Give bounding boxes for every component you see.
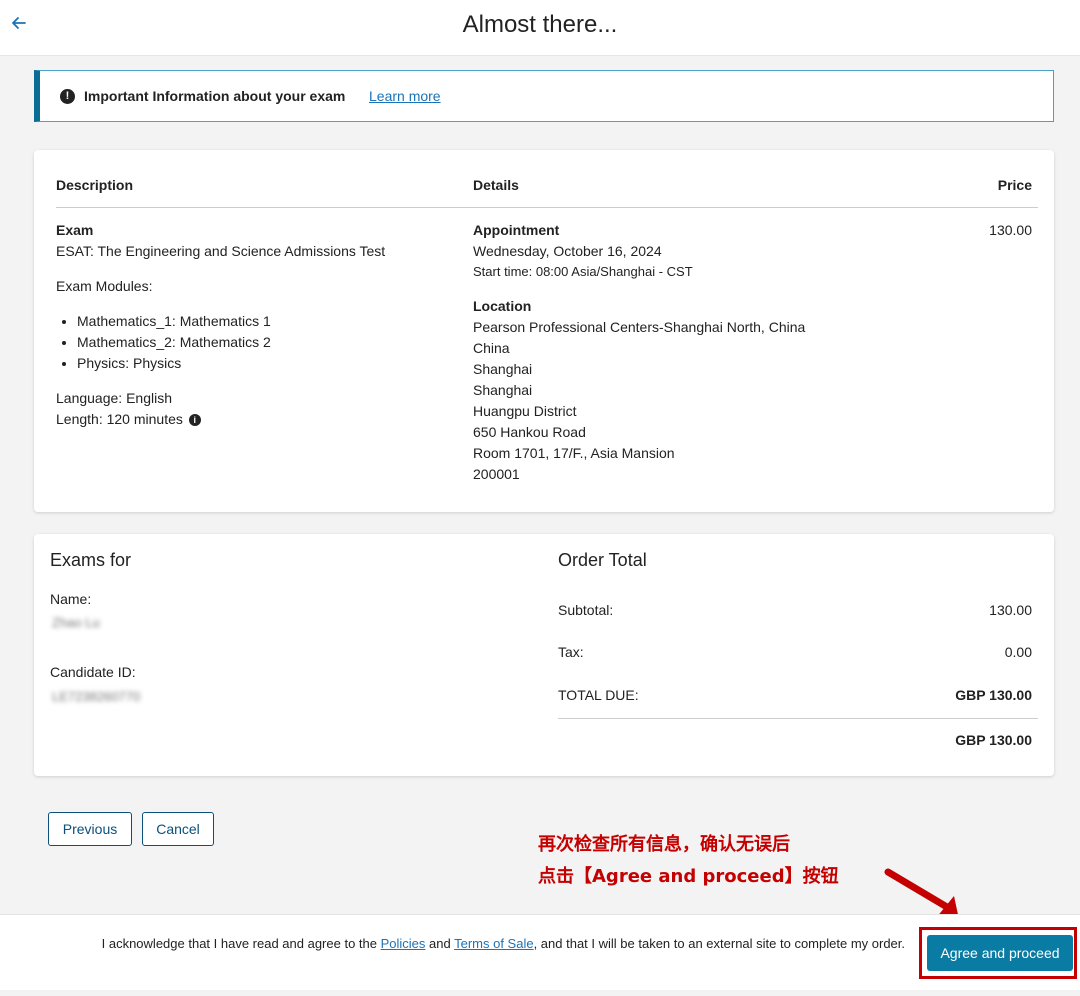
agree-and-proceed-button[interactable]: Agree and proceed — [927, 935, 1073, 971]
grand-total: GBP 130.00 — [955, 732, 1032, 748]
annotation-line-2: 点击【Agree and proceed】按钮 — [538, 866, 839, 887]
subtotal-label: Subtotal: — [558, 602, 614, 618]
policies-link[interactable]: Policies — [381, 936, 426, 951]
previous-button[interactable]: Previous — [48, 812, 132, 846]
candidate-name: Zhao Lu — [52, 615, 100, 630]
exam-price: 130.00 — [989, 222, 1032, 238]
list-item: Mathematics_2: Mathematics 2 — [77, 332, 271, 353]
description-header: Description — [56, 177, 134, 193]
location-line: Shanghai — [473, 361, 533, 377]
total-due-value: GBP 130.00 — [955, 687, 1032, 703]
banner-title: Important Information about your exam — [84, 88, 346, 104]
tax-label: Tax: — [558, 644, 584, 660]
header: Almost there... — [0, 0, 1080, 56]
info-icon[interactable]: i — [188, 414, 201, 427]
location-line: Shanghai — [473, 382, 533, 398]
tax-value: 0.00 — [1004, 644, 1032, 660]
language-text: Language: English — [56, 390, 172, 406]
location-line: 200001 — [473, 466, 520, 482]
order-total-title: Order Total — [558, 550, 647, 570]
exclamation-circle-icon: ! — [60, 89, 75, 104]
terms-of-sale-link[interactable]: Terms of Sale — [454, 936, 533, 951]
length-text: Length: 120 minutes — [56, 411, 183, 427]
appointment-label: Appointment — [473, 222, 560, 238]
header-divider — [56, 207, 1038, 208]
list-item: Mathematics_1: Mathematics 1 — [77, 311, 271, 332]
start-time: Start time: 08:00 Asia/Shanghai - CST — [473, 264, 693, 279]
appointment-date: Wednesday, October 16, 2024 — [473, 243, 662, 259]
ack-text: and — [425, 936, 455, 951]
location-line: Huangpu District — [473, 403, 577, 419]
price-header: Price — [997, 177, 1032, 193]
ack-text: I acknowledge that I have read and agree… — [101, 936, 381, 951]
length-row: Length: 120 minutes i — [56, 409, 201, 430]
candidate-id: LE7238260770 — [52, 689, 141, 704]
exams-for-title: Exams for — [50, 550, 132, 570]
exam-label: Exam — [56, 222, 94, 238]
list-item: Physics: Physics — [77, 353, 271, 374]
ack-text: , and that I will be taken to an externa… — [533, 936, 905, 951]
total-due-label: TOTAL DUE: — [558, 687, 639, 703]
subtotal-value: 130.00 — [989, 602, 1032, 618]
total-divider — [558, 718, 1038, 719]
modules-list: Mathematics_1: Mathematics 1 Mathematics… — [62, 311, 271, 374]
location-line: Pearson Professional Centers-Shanghai No… — [473, 319, 806, 335]
order-summary-card: Exams for Name: Zhao Lu Candidate ID: LE… — [34, 534, 1054, 776]
learn-more-link[interactable]: Learn more — [369, 88, 441, 104]
location-line: 650 Hankou Road — [473, 424, 586, 440]
location-label: Location — [473, 298, 532, 314]
bottom-strip — [0, 990, 1080, 996]
annotation-line-1: 再次检查所有信息，确认无误后 — [538, 834, 790, 855]
exam-name: ESAT: The Engineering and Science Admiss… — [56, 243, 386, 259]
main-content: ! Important Information about your exam … — [0, 56, 1080, 914]
footer: I acknowledge that I have read and agree… — [0, 914, 1080, 990]
acknowledgement-text: I acknowledge that I have read and agree… — [20, 933, 905, 954]
exam-details-card: Description Details Price Exam ESAT: The… — [34, 150, 1054, 512]
location-line: Room 1701, 17/F., Asia Mansion — [473, 445, 675, 461]
details-header: Details — [473, 177, 519, 193]
modules-label: Exam Modules: — [56, 278, 153, 294]
cancel-button[interactable]: Cancel — [142, 812, 214, 846]
page-title: Almost there... — [462, 11, 618, 38]
candidate-id-label: Candidate ID: — [50, 664, 136, 680]
name-label: Name: — [50, 591, 92, 607]
important-info-banner: ! Important Information about your exam … — [34, 70, 1054, 122]
location-line: China — [473, 340, 510, 356]
